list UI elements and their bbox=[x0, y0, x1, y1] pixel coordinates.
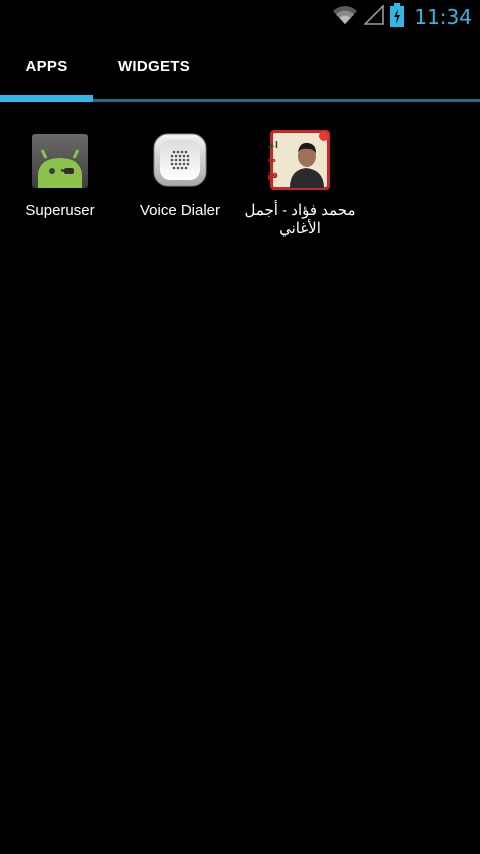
tab-widgets[interactable]: WIDGETS bbox=[93, 33, 215, 99]
mohamed-fouad-album-icon: اغاني محمد فؤاد bbox=[253, 128, 332, 192]
svg-text:اغاني: اغاني bbox=[268, 141, 278, 151]
app-mohamed-fouad[interactable]: اغاني محمد فؤاد محمد فؤاد - أجمل الأغاني bbox=[240, 128, 360, 238]
svg-text:فؤاد: فؤاد bbox=[268, 170, 278, 181]
tab-bar: APPS WIDGETS bbox=[0, 33, 480, 103]
app-label: Voice Dialer bbox=[139, 202, 221, 219]
voice-dialer-grille-icon bbox=[148, 128, 212, 192]
signal-icon bbox=[363, 3, 385, 30]
app-voice-dialer[interactable]: Voice Dialer bbox=[120, 128, 240, 220]
svg-text:محمد: محمد bbox=[268, 155, 276, 165]
app-label: محمد فؤاد - أجمل الأغاني bbox=[244, 202, 356, 237]
wifi-icon bbox=[332, 5, 358, 30]
tab-apps[interactable]: APPS bbox=[0, 33, 93, 99]
tab-active-indicator bbox=[0, 95, 93, 102]
status-bar: 11:34 bbox=[0, 0, 480, 33]
app-superuser[interactable]: Superuser bbox=[0, 128, 120, 220]
battery-charging-icon bbox=[390, 2, 405, 32]
superuser-android-icon bbox=[28, 128, 92, 192]
app-label: Superuser bbox=[25, 202, 95, 219]
status-icons: 11:34 bbox=[332, 2, 472, 32]
clock: 11:34 bbox=[414, 5, 472, 29]
